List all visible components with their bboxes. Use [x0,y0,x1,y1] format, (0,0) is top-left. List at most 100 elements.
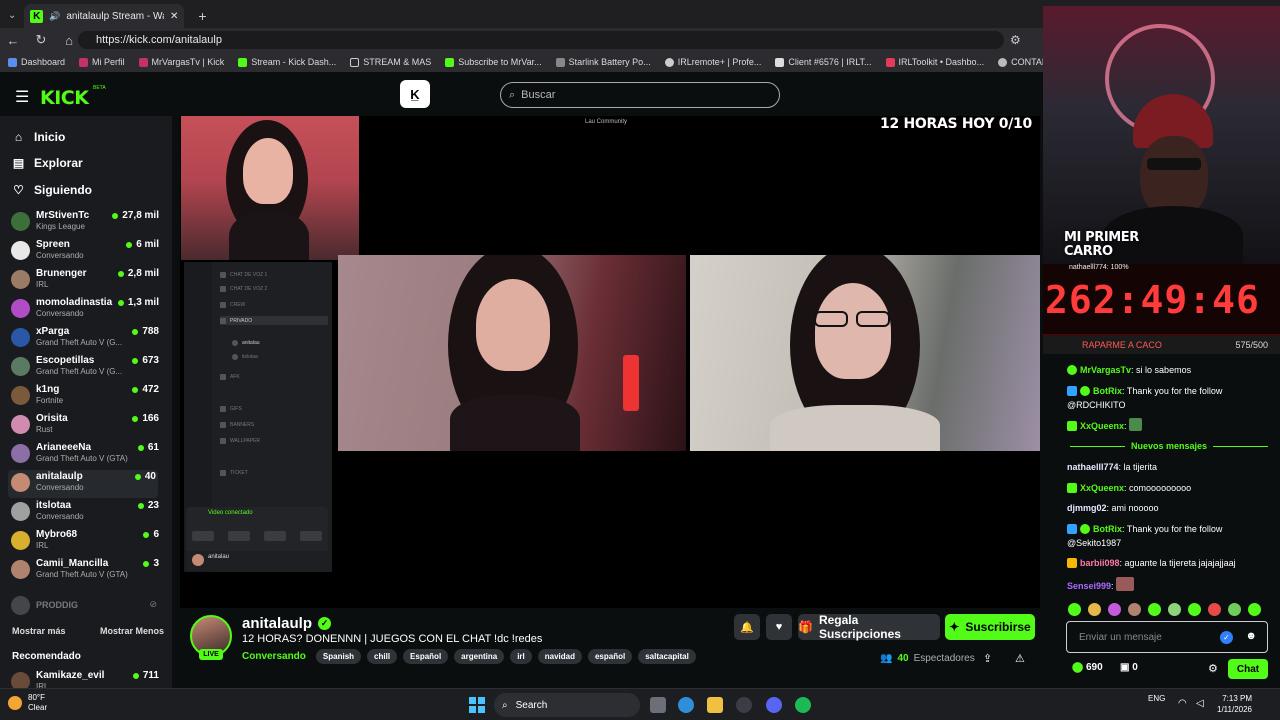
bookmark-item[interactable]: Mi Perfil [79,57,125,67]
nav-explore[interactable]: ▤ Explorar [12,156,83,170]
discord-server-label: Lau Community [585,119,628,125]
home-icon[interactable]: ⌂ [62,33,76,48]
sidebar-channel[interactable]: MrStivenTc Kings League 27,8 mil [11,209,161,237]
reload-icon[interactable]: ↻ [34,32,48,48]
windows-start-icon[interactable] [469,697,485,713]
language-indicator[interactable]: ENG [1148,694,1165,703]
sidebar-channel[interactable]: k1ng Fortnite 472 [11,383,161,411]
show-more-link[interactable]: Mostrar más [12,626,66,636]
bookmark-item[interactable]: Stream - Kick Dash... [238,57,336,67]
url-field[interactable]: https://kick.com/anitalaulp [78,31,1004,49]
extensions-icon[interactable]: ⚙ [1010,33,1021,47]
gift-count[interactable]: ▣ 0 [1120,662,1138,673]
heart-icon: ♡ [13,183,24,197]
checkmark-icon[interactable]: ✓ [1220,631,1233,644]
follow-heart-button[interactable]: ♥ [766,614,792,640]
chat-username[interactable]: barbii098 [1080,558,1120,568]
tag-chip[interactable]: argentina [454,649,505,664]
sidebar-channel[interactable]: itslotaa Conversando 23 [11,499,161,527]
share-icon[interactable]: ⇪ [983,652,992,665]
sidebar-channel-offline[interactable]: PRODDIG ⊘ [11,594,161,622]
subscribe-button[interactable]: ✦ Suscribirse [945,614,1035,640]
tag-chip[interactable]: español [587,649,633,664]
emote-button-icon[interactable] [1188,603,1201,616]
emote-button-icon[interactable] [1108,603,1121,616]
tag-chip[interactable]: Español [403,649,449,664]
bookmark-item[interactable]: IRLToolkit • Dashbo... [885,57,984,67]
emote-button-icon[interactable] [1208,603,1221,616]
tag-chip[interactable]: saltacapital [638,649,696,664]
emote-button-icon[interactable] [1228,603,1241,616]
chat-username[interactable]: BotRix [1093,524,1122,534]
sidebar-channel[interactable]: Mybro68 IRL 6 [11,528,161,556]
file-explorer-icon[interactable] [707,697,723,713]
sidebar-channel[interactable]: Brunenger IRL 2,8 mil [11,267,161,295]
emote-button-icon[interactable] [1088,603,1101,616]
volume-icon[interactable]: ◁ [1196,698,1204,709]
sidebar-channel[interactable]: xParga Grand Theft Auto V (G... 788 [11,325,161,353]
tab-list-icon[interactable]: ⌄ [8,10,16,21]
emoji-icon[interactable]: ☻ [1245,630,1257,642]
kick-logo[interactable]: KICK [40,87,89,109]
emote-button-icon[interactable] [1128,603,1141,616]
sidebar-channel[interactable]: Camii_Mancilla Grand Theft Auto V (GTA) 3 [11,557,161,585]
bookmark-item[interactable]: Dashboard [8,57,65,67]
bookmark-item[interactable]: Starlink Battery Po... [555,57,651,67]
sidebar-channel-selected[interactable]: anitalaulp Conversando 40 [8,470,158,498]
tag-chip[interactable]: Spanish [315,649,362,664]
chat-username[interactable]: BotRix [1093,386,1122,396]
gift-subscriptions-button[interactable]: 🎁 Regala Suscripciones [798,613,940,641]
tag-chip[interactable]: chill [367,649,398,664]
bookmark-item[interactable]: STREAM & MAS [350,57,431,67]
new-tab-icon[interactable]: + [198,8,206,24]
bookmark-item[interactable]: Client #6576 | IRLT... [775,57,872,67]
emote-button-icon[interactable] [1248,603,1261,616]
obs-icon[interactable] [736,697,752,713]
chat-username[interactable]: Sensei999 [1067,581,1111,591]
send-chat-button[interactable]: Chat [1228,659,1268,679]
task-view-icon[interactable] [650,697,666,713]
show-less-link[interactable]: Mostrar Menos [100,626,164,636]
back-icon[interactable]: ← [6,33,20,48]
chat-username[interactable]: nathaelll774 [1067,462,1119,472]
edge-browser-icon[interactable] [678,697,694,713]
bookmark-item[interactable]: MrVargasTv | Kick [138,57,224,67]
nav-home[interactable]: ⌂ Inicio [12,130,65,144]
close-tab-icon[interactable]: ✕ [170,11,178,22]
wifi-icon[interactable]: ◠ [1178,698,1187,709]
speaker-icon[interactable]: 🔊 [49,11,60,22]
spotify-icon[interactable] [795,697,811,713]
category-link[interactable]: Conversando [242,651,306,662]
nav-following[interactable]: ♡ Siguiendo [12,183,92,197]
hamburger-menu-icon[interactable]: ☰ [15,87,29,107]
bookmark-item[interactable]: Subscribe to MrVar... [445,57,542,67]
chat-username[interactable]: XxQueenx [1080,421,1124,431]
system-clock[interactable]: 7:13 PM 1/11/2026 [1212,693,1252,715]
notification-bell-button[interactable]: 🔔 [734,614,760,640]
discord-icon[interactable] [766,697,782,713]
bookmark-item[interactable]: IRLremote+ | Profe... [664,57,761,67]
emote-button-icon[interactable] [1148,603,1161,616]
sidebar-channel[interactable]: Escopetillas Grand Theft Auto V (G... 673 [11,354,161,382]
report-icon[interactable]: ⚠ [1015,652,1025,665]
chat-message-input[interactable]: Enviar un mensaje ✓ ☻ [1066,621,1268,653]
search-input[interactable]: ⌕ Buscar [500,82,780,108]
chat-settings-gear-icon[interactable]: ⚙ [1208,662,1218,675]
tag-chip[interactable]: irl [510,649,532,664]
sidebar-channel[interactable]: Spreen Conversando 6 mil [11,238,161,266]
channel-name-heading[interactable]: anitalaulp ✓ [242,615,332,632]
tag-chip[interactable]: navidad [537,649,582,664]
emote-button-icon[interactable] [1068,603,1081,616]
channel-points[interactable]: ⬤ 690 [1072,662,1103,673]
emote-button-icon[interactable] [1168,603,1181,616]
chat-username[interactable]: MrVargasTv [1080,365,1131,375]
chat-username[interactable]: XxQueenx [1080,483,1124,493]
chat-username[interactable]: djmmg02 [1067,503,1107,513]
browser-tab-active[interactable]: K 🔊 anitalaulp Stream - Watch Liv ✕ [24,4,185,28]
taskbar-search[interactable]: ⌕ Search [494,693,640,717]
sidebar-channel[interactable]: Orisita Rust 166 [11,412,161,440]
weather-widget[interactable]: 80°F Clear [8,693,47,713]
sidebar-channel[interactable]: ArianeeeNa Grand Theft Auto V (GTA) 61 [11,441,161,469]
sidebar-channel[interactable]: momoladinastia Conversando 1,3 mil [11,296,161,324]
kick-hub-icon[interactable]: K̲ [400,80,430,108]
